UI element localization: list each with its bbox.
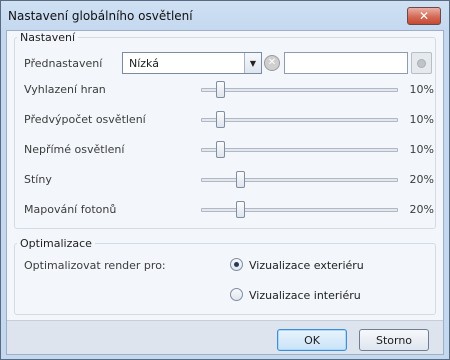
clear-icon: ✕ xyxy=(267,57,277,68)
window-title: Nastavení globálního osvětlení xyxy=(8,9,193,23)
slider-label: Vyhlazení hran xyxy=(24,83,106,96)
slider-thumb[interactable] xyxy=(235,201,245,218)
slider-label: Stíny xyxy=(24,173,52,186)
slider-value: 20% xyxy=(409,173,434,186)
ok-button[interactable]: OK xyxy=(277,329,347,351)
radio-interior[interactable] xyxy=(230,288,243,301)
slider-track[interactable] xyxy=(201,178,398,182)
slider-label: Mapování fotonů xyxy=(24,203,117,216)
optimization-label: Optimalizovat render pro: xyxy=(24,259,166,272)
slider-value: 10% xyxy=(409,113,434,126)
disk-icon xyxy=(417,58,426,68)
close-button[interactable]: ✕ xyxy=(407,7,441,25)
slider-value: 20% xyxy=(409,203,434,216)
optimization-group xyxy=(14,243,436,315)
button-bar: OK Storno xyxy=(7,320,443,354)
slider-thumb[interactable] xyxy=(216,81,226,98)
slider-label: Nepřímé osvětlení xyxy=(24,143,125,156)
slider-track[interactable] xyxy=(201,208,398,212)
optimization-group-label: Optimalizace xyxy=(17,237,95,250)
slider-thumb[interactable] xyxy=(216,141,226,158)
clear-preset-button[interactable]: ✕ xyxy=(264,55,280,71)
radio-interior-label[interactable]: Vizualizace interiéru xyxy=(249,289,361,302)
close-icon: ✕ xyxy=(418,9,430,23)
slider-track[interactable] xyxy=(201,148,398,152)
save-preset-button[interactable] xyxy=(411,52,432,74)
radio-exterior-label[interactable]: Vizualizace exteriéru xyxy=(249,259,364,272)
radio-exterior[interactable] xyxy=(230,258,243,271)
preset-name-input[interactable] xyxy=(284,52,408,74)
slider-label: Předvýpočet osvětlení xyxy=(24,113,146,126)
preset-dropdown[interactable]: Nízká ▼ xyxy=(122,52,262,74)
chevron-down-icon[interactable]: ▼ xyxy=(244,53,261,73)
slider-thumb[interactable] xyxy=(235,171,245,188)
dialog-body: Nastavení Přednastavení Nízká ▼ ✕ Vyhlaz… xyxy=(6,30,444,355)
title-bar[interactable]: Nastavení globálního osvětlení ✕ xyxy=(1,1,449,31)
slider-track[interactable] xyxy=(201,118,398,122)
cancel-button[interactable]: Storno xyxy=(359,329,429,351)
dialog-window: Nastavení globálního osvětlení ✕ Nastave… xyxy=(0,0,450,360)
slider-track[interactable] xyxy=(201,88,398,92)
slider-thumb[interactable] xyxy=(216,111,226,128)
slider-value: 10% xyxy=(409,83,434,96)
preset-label: Přednastavení xyxy=(24,57,103,70)
settings-group-label: Nastavení xyxy=(17,31,79,44)
preset-selected-value: Nízká xyxy=(129,57,159,70)
slider-value: 10% xyxy=(409,143,434,156)
